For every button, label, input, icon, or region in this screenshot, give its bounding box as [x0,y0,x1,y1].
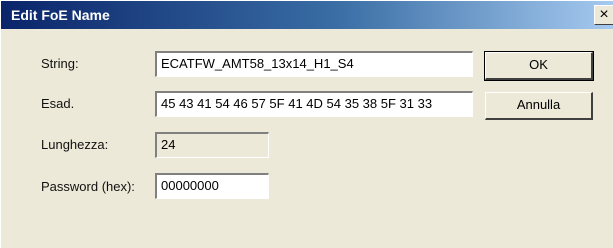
edit-foe-name-dialog: Edit FoE Name × String: ECATFW_AMT58_13x… [0,0,613,248]
length-label: Lunghezza: [41,137,109,152]
ok-button[interactable]: OK [484,51,594,81]
title-bar: Edit FoE Name × [1,1,613,29]
window-title: Edit FoE Name [11,7,110,23]
close-button[interactable]: × [594,5,613,25]
string-input[interactable]: ECATFW_AMT58_13x14_H1_S4 [155,51,473,77]
esad-input[interactable]: 45 43 41 54 46 57 5F 41 4D 54 35 38 5F 3… [155,91,473,117]
esad-label: Esad. [41,96,75,111]
length-field: 24 [155,132,269,158]
string-label: String: [41,56,79,71]
password-input[interactable]: 00000000 [155,173,269,199]
password-label: Password (hex): [41,179,135,194]
cancel-button[interactable]: Annulla [485,92,593,120]
